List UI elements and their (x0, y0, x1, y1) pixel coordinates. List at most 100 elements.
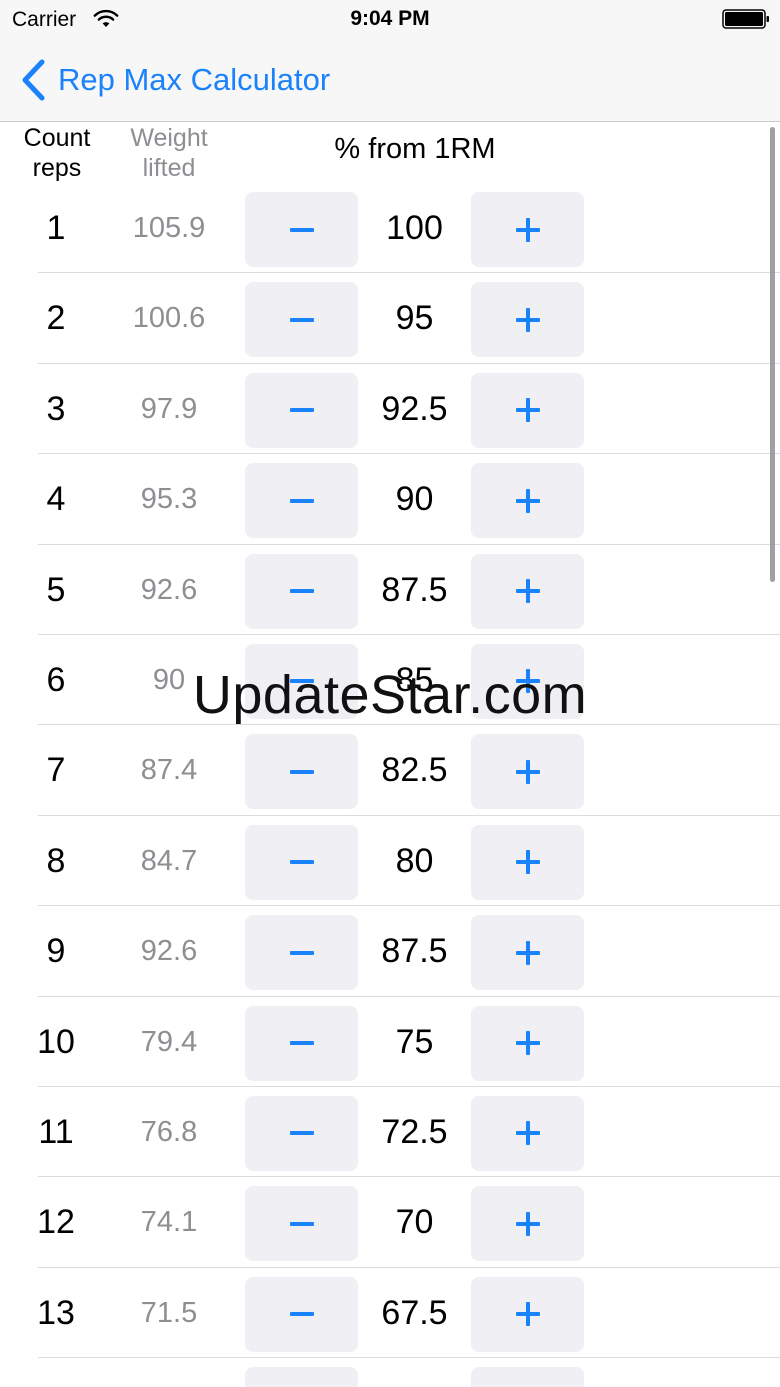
reps-count: 13 (37, 1293, 75, 1332)
reps-count: 5 (46, 570, 66, 609)
increase-percent-button[interactable] (471, 1367, 584, 1387)
decrease-percent-button[interactable] (245, 1186, 358, 1262)
table-row: 8 84.7 80 (0, 816, 780, 907)
table-row: 4 95.3 90 (0, 454, 780, 545)
decrease-percent-button[interactable] (245, 553, 358, 629)
table-row: 3 97.9 92.5 (0, 364, 780, 455)
column-header-weight-line2: lifted (142, 154, 196, 182)
percent-value: 72.5 (381, 1112, 448, 1151)
table-row (0, 1358, 780, 1387)
column-header-count-reps: Count reps (16, 123, 98, 183)
reps-count: 7 (46, 751, 66, 790)
decrease-percent-button[interactable] (245, 1276, 358, 1352)
reps-count: 4 (46, 480, 66, 519)
percent-value: 85 (395, 660, 434, 699)
reps-count: 2 (46, 299, 66, 338)
reps-count: 9 (46, 932, 66, 971)
decrease-percent-button[interactable] (245, 824, 358, 900)
weight-lifted: 92.6 (140, 935, 198, 968)
column-header-weight-line1: Weight (130, 124, 208, 152)
percent-value: 75 (395, 1022, 434, 1061)
plus-icon (515, 850, 540, 875)
percent-value: 87.5 (381, 932, 448, 971)
weight-lifted: 76.8 (140, 1115, 198, 1148)
weight-lifted: 79.4 (140, 1025, 198, 1058)
decrease-percent-button[interactable] (245, 372, 358, 448)
percent-value: 70 (395, 1203, 434, 1242)
navigation-bar: Rep Max Calculator (0, 40, 780, 122)
percent-value: 80 (395, 841, 434, 880)
decrease-percent-button[interactable] (245, 734, 358, 810)
table-row: 12 74.1 70 (0, 1177, 780, 1269)
plus-icon (515, 217, 540, 242)
minus-icon (289, 227, 314, 232)
reps-count: 10 (37, 1022, 75, 1061)
decrease-percent-button[interactable] (245, 1095, 358, 1171)
status-time: 9:04 PM (350, 7, 430, 30)
increase-percent-button[interactable] (471, 1095, 584, 1171)
plus-icon (515, 307, 540, 332)
weight-lifted: 95.3 (140, 483, 198, 516)
increase-percent-button[interactable] (471, 643, 584, 719)
increase-percent-button[interactable] (471, 553, 584, 629)
minus-icon (289, 408, 314, 413)
plus-icon (515, 1031, 540, 1056)
increase-percent-button[interactable] (471, 192, 584, 267)
percent-value: 67.5 (381, 1293, 448, 1332)
plus-icon (515, 669, 540, 694)
table-row: 6 90 85 (0, 635, 780, 726)
decrease-percent-button[interactable] (245, 192, 358, 267)
table-row: 1 105.9 100 (0, 183, 780, 274)
percent-value: 87.5 (381, 570, 448, 609)
rep-table: 1 105.9 100 2 100.6 95 3 97.9 92.5 4 95.3 90 5 92.6 87… (0, 183, 780, 1387)
decrease-percent-button[interactable] (245, 915, 358, 991)
column-header-reps-line1: Count (23, 124, 91, 152)
minus-icon (289, 589, 314, 594)
plus-icon (515, 759, 540, 784)
back-button-label: Rep Max Calculator (58, 62, 331, 97)
minus-icon (289, 950, 314, 955)
battery-icon (722, 9, 769, 29)
weight-lifted: 71.5 (140, 1296, 198, 1329)
plus-icon (515, 398, 540, 423)
decrease-percent-button[interactable] (245, 1005, 358, 1081)
minus-icon (289, 860, 314, 865)
increase-percent-button[interactable] (471, 1005, 584, 1081)
app-screen: Carrier 9:04 PM Rep Max Calculator Count… (0, 0, 780, 1387)
back-button[interactable]: Rep Max Calculator (20, 56, 330, 104)
increase-percent-button[interactable] (471, 463, 584, 539)
weight-lifted: 87.4 (140, 754, 198, 787)
increase-percent-button[interactable] (471, 372, 584, 448)
increase-percent-button[interactable] (471, 915, 584, 991)
chevron-left-icon (22, 59, 45, 101)
percent-value: 95 (395, 299, 434, 338)
minus-icon (289, 1221, 314, 1226)
weight-lifted: 92.6 (140, 573, 198, 606)
percent-value: 82.5 (381, 751, 448, 790)
percent-value: 92.5 (381, 389, 448, 428)
increase-percent-button[interactable] (471, 824, 584, 900)
weight-lifted: 100.6 (132, 302, 206, 335)
scrollbar[interactable] (770, 127, 775, 582)
reps-count: 3 (46, 389, 66, 428)
minus-icon (289, 498, 314, 503)
weight-lifted: 84.7 (140, 844, 198, 877)
increase-percent-button[interactable] (471, 1276, 584, 1352)
minus-icon (289, 1131, 314, 1136)
increase-percent-button[interactable] (471, 734, 584, 810)
decrease-percent-button[interactable] (245, 463, 358, 539)
weight-lifted (113, 1358, 225, 1387)
decrease-percent-button[interactable] (245, 643, 358, 719)
decrease-percent-button[interactable] (245, 282, 358, 358)
reps-count: 1 (46, 209, 66, 247)
table-row: 13 71.5 67.5 (0, 1268, 780, 1359)
plus-icon (515, 1302, 540, 1327)
column-header-weight-lifted: Weight lifted (113, 123, 225, 183)
table-row: 7 87.4 82.5 (0, 725, 780, 817)
decrease-percent-button[interactable] (245, 1367, 358, 1387)
weight-lifted: 90 (152, 663, 186, 696)
reps-count (16, 1358, 96, 1387)
reps-count: 12 (37, 1203, 75, 1242)
increase-percent-button[interactable] (471, 1186, 584, 1262)
increase-percent-button[interactable] (471, 282, 584, 358)
